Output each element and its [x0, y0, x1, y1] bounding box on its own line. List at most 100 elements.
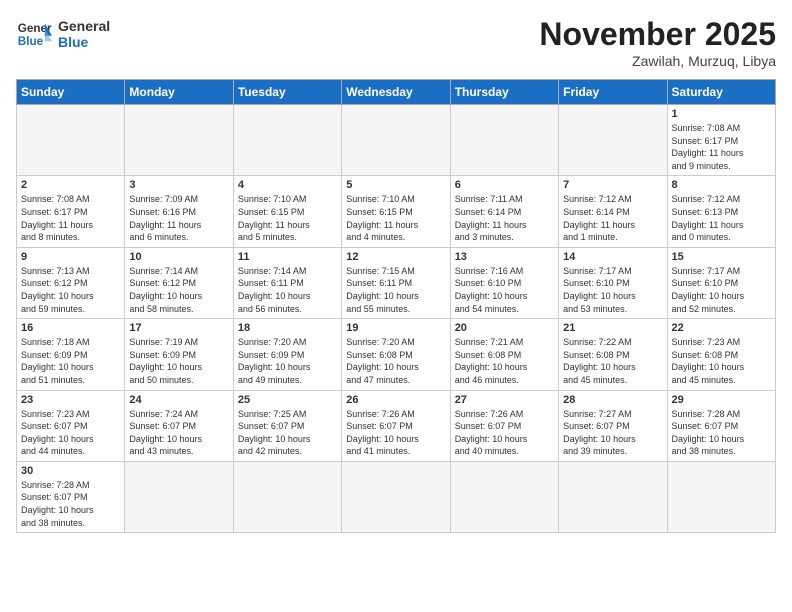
day-cell: 13Sunrise: 7:16 AM Sunset: 6:10 PM Dayli… [450, 247, 558, 318]
day-cell: 17 Sunrise: 7:19 AM Sunset: 6:09 PM Dayli… [125, 319, 233, 390]
day-info: Sunrise: 7:24 AM Sunset: 6:07 PM Dayligh… [129, 408, 228, 458]
day-number: 29 [672, 394, 771, 406]
day-cell: 24 Sunrise: 7:24 AM Sunset: 6:07 PM Dayli… [125, 390, 233, 461]
day-cell: 2 Sunrise: 7:08 AM Sunset: 6:17 PM Daylig… [17, 176, 125, 247]
month-title: November 2025 [539, 16, 776, 53]
day-cell: 16Sunrise: 7:18 AM Sunset: 6:09 PM Dayli… [17, 319, 125, 390]
day-cell [233, 105, 341, 176]
weekday-header-monday: Monday [125, 80, 233, 105]
day-cell: 18 Sunrise: 7:20 AM Sunset: 6:09 PM Dayli… [233, 319, 341, 390]
day-cell [342, 105, 450, 176]
day-info: Sunrise: 7:18 AM Sunset: 6:09 PM Dayligh… [21, 336, 120, 386]
day-number: 23 [21, 394, 120, 406]
day-info: Sunrise: 7:25 AM Sunset: 6:07 PM Dayligh… [238, 408, 337, 458]
week-row-1: 1Sunrise: 7:08 AM Sunset: 6:17 PM Daylig… [17, 105, 776, 176]
header: General Blue General Blue November 2025 … [16, 16, 776, 69]
day-cell: 15Sunrise: 7:17 AM Sunset: 6:10 PM Dayli… [667, 247, 775, 318]
calendar-table: SundayMondayTuesdayWednesdayThursdayFrid… [16, 79, 776, 533]
day-info: Sunrise: 7:09 AM Sunset: 6:16 PM Dayligh… [129, 193, 228, 243]
day-number: 5 [346, 179, 445, 191]
day-info: Sunrise: 7:14 AM Sunset: 6:11 PM Dayligh… [238, 265, 337, 315]
week-row-3: 9 Sunrise: 7:13 AM Sunset: 6:12 PM Daylig… [17, 247, 776, 318]
day-cell: 29 Sunrise: 7:28 AM Sunset: 6:07 PM Dayli… [667, 390, 775, 461]
weekday-header-friday: Friday [559, 80, 667, 105]
day-number: 14 [563, 251, 662, 263]
day-info: Sunrise: 7:22 AM Sunset: 6:08 PM Dayligh… [563, 336, 662, 386]
day-cell: 3 Sunrise: 7:09 AM Sunset: 6:16 PM Daylig… [125, 176, 233, 247]
day-cell [559, 461, 667, 532]
day-cell: 8Sunrise: 7:12 AM Sunset: 6:13 PM Daylig… [667, 176, 775, 247]
day-number: 18 [238, 322, 337, 334]
day-cell: 11Sunrise: 7:14 AM Sunset: 6:11 PM Dayli… [233, 247, 341, 318]
day-info: Sunrise: 7:12 AM Sunset: 6:14 PM Dayligh… [563, 193, 662, 243]
day-number: 6 [455, 179, 554, 191]
day-number: 4 [238, 179, 337, 191]
day-cell [342, 461, 450, 532]
day-info: Sunrise: 7:17 AM Sunset: 6:10 PM Dayligh… [672, 265, 771, 315]
location: Zawilah, Murzuq, Libya [539, 53, 776, 69]
day-number: 22 [672, 322, 771, 334]
weekday-header-tuesday: Tuesday [233, 80, 341, 105]
day-info: Sunrise: 7:23 AM Sunset: 6:08 PM Dayligh… [672, 336, 771, 386]
day-number: 19 [346, 322, 445, 334]
day-info: Sunrise: 7:27 AM Sunset: 6:07 PM Dayligh… [563, 408, 662, 458]
page: General Blue General Blue November 2025 … [0, 0, 792, 612]
weekday-header-wednesday: Wednesday [342, 80, 450, 105]
day-cell [450, 105, 558, 176]
week-row-5: 23Sunrise: 7:23 AM Sunset: 6:07 PM Dayli… [17, 390, 776, 461]
day-cell: 21 Sunrise: 7:22 AM Sunset: 6:08 PM Dayli… [559, 319, 667, 390]
day-info: Sunrise: 7:14 AM Sunset: 6:12 PM Dayligh… [129, 265, 228, 315]
day-info: Sunrise: 7:21 AM Sunset: 6:08 PM Dayligh… [455, 336, 554, 386]
day-cell: 20 Sunrise: 7:21 AM Sunset: 6:08 PM Dayli… [450, 319, 558, 390]
day-cell [17, 105, 125, 176]
day-cell: 1Sunrise: 7:08 AM Sunset: 6:17 PM Daylig… [667, 105, 775, 176]
day-info: Sunrise: 7:28 AM Sunset: 6:07 PM Dayligh… [672, 408, 771, 458]
weekday-header-thursday: Thursday [450, 80, 558, 105]
day-info: Sunrise: 7:12 AM Sunset: 6:13 PM Dayligh… [672, 193, 771, 243]
day-number: 17 [129, 322, 228, 334]
day-cell: 19Sunrise: 7:20 AM Sunset: 6:08 PM Dayli… [342, 319, 450, 390]
day-cell: 9 Sunrise: 7:13 AM Sunset: 6:12 PM Daylig… [17, 247, 125, 318]
day-number: 21 [563, 322, 662, 334]
day-info: Sunrise: 7:08 AM Sunset: 6:17 PM Dayligh… [672, 122, 771, 172]
day-number: 10 [129, 251, 228, 263]
day-number: 7 [563, 179, 662, 191]
day-cell: 4Sunrise: 7:10 AM Sunset: 6:15 PM Daylig… [233, 176, 341, 247]
day-cell: 23Sunrise: 7:23 AM Sunset: 6:07 PM Dayli… [17, 390, 125, 461]
logo: General Blue General Blue [16, 16, 110, 52]
weekday-header-saturday: Saturday [667, 80, 775, 105]
day-cell: 27Sunrise: 7:26 AM Sunset: 6:07 PM Dayli… [450, 390, 558, 461]
day-number: 20 [455, 322, 554, 334]
day-number: 30 [21, 465, 120, 477]
day-cell: 28 Sunrise: 7:27 AM Sunset: 6:07 PM Dayli… [559, 390, 667, 461]
day-info: Sunrise: 7:08 AM Sunset: 6:17 PM Dayligh… [21, 193, 120, 243]
day-info: Sunrise: 7:20 AM Sunset: 6:09 PM Dayligh… [238, 336, 337, 386]
day-info: Sunrise: 7:17 AM Sunset: 6:10 PM Dayligh… [563, 265, 662, 315]
day-cell: 7 Sunrise: 7:12 AM Sunset: 6:14 PM Daylig… [559, 176, 667, 247]
day-cell [125, 105, 233, 176]
day-info: Sunrise: 7:13 AM Sunset: 6:12 PM Dayligh… [21, 265, 120, 315]
day-cell: 5Sunrise: 7:10 AM Sunset: 6:15 PM Daylig… [342, 176, 450, 247]
day-number: 28 [563, 394, 662, 406]
day-info: Sunrise: 7:11 AM Sunset: 6:14 PM Dayligh… [455, 193, 554, 243]
day-cell: 10 Sunrise: 7:14 AM Sunset: 6:12 PM Dayli… [125, 247, 233, 318]
day-info: Sunrise: 7:26 AM Sunset: 6:07 PM Dayligh… [346, 408, 445, 458]
day-info: Sunrise: 7:15 AM Sunset: 6:11 PM Dayligh… [346, 265, 445, 315]
logo-icon: General Blue [16, 16, 52, 52]
week-row-2: 2 Sunrise: 7:08 AM Sunset: 6:17 PM Daylig… [17, 176, 776, 247]
day-cell [450, 461, 558, 532]
day-number: 2 [21, 179, 120, 191]
day-number: 27 [455, 394, 554, 406]
day-cell: 26Sunrise: 7:26 AM Sunset: 6:07 PM Dayli… [342, 390, 450, 461]
day-cell [559, 105, 667, 176]
day-number: 24 [129, 394, 228, 406]
day-cell: 6 Sunrise: 7:11 AM Sunset: 6:14 PM Daylig… [450, 176, 558, 247]
day-info: Sunrise: 7:19 AM Sunset: 6:09 PM Dayligh… [129, 336, 228, 386]
day-info: Sunrise: 7:28 AM Sunset: 6:07 PM Dayligh… [21, 479, 120, 529]
day-number: 3 [129, 179, 228, 191]
day-cell: 25Sunrise: 7:25 AM Sunset: 6:07 PM Dayli… [233, 390, 341, 461]
day-cell [125, 461, 233, 532]
day-cell: 30 Sunrise: 7:28 AM Sunset: 6:07 PM Dayli… [17, 461, 125, 532]
week-row-4: 16Sunrise: 7:18 AM Sunset: 6:09 PM Dayli… [17, 319, 776, 390]
day-number: 9 [21, 251, 120, 263]
